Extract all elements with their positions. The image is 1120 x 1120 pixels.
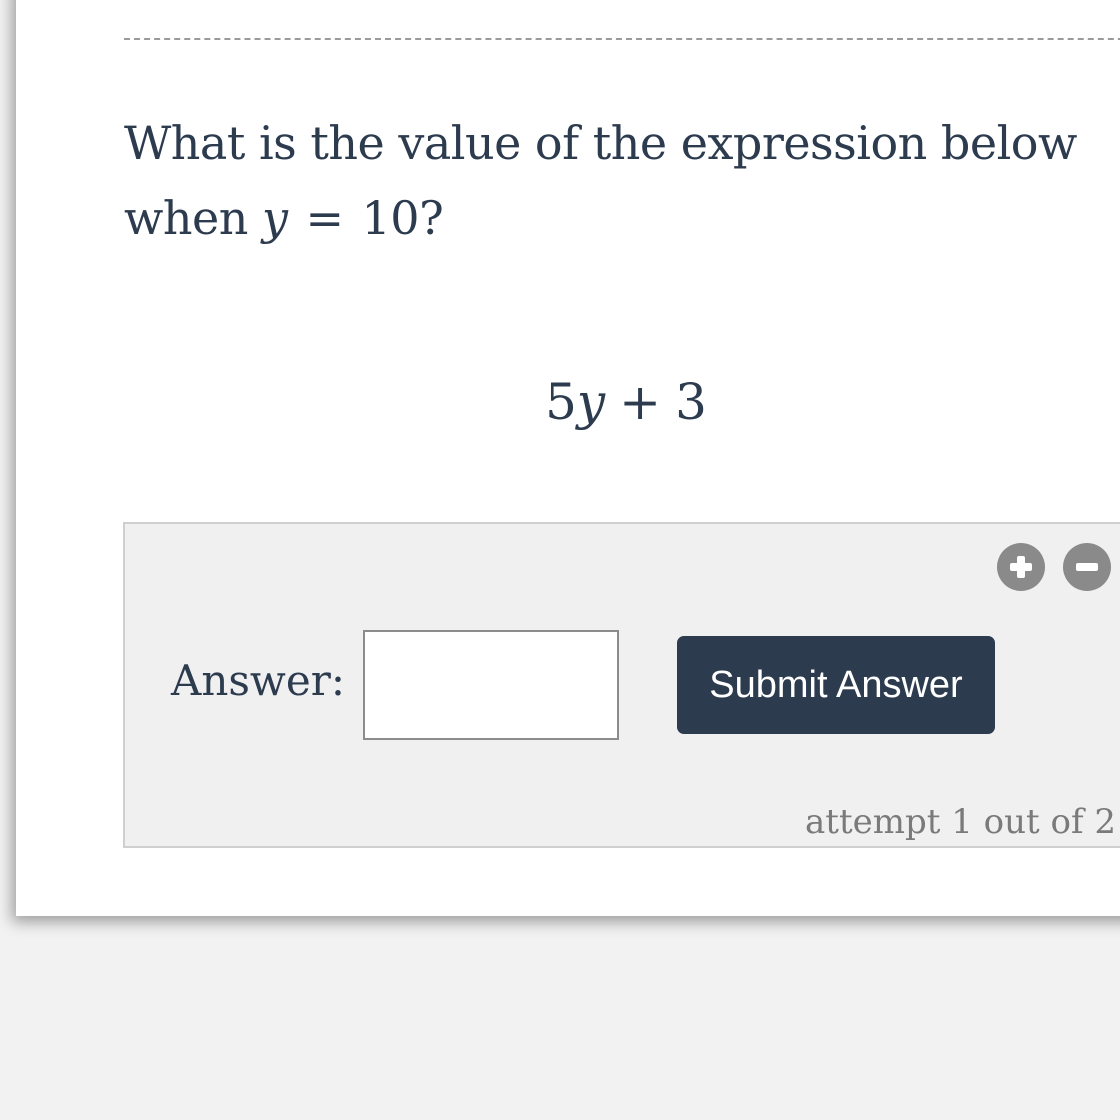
expression-variable: y: [576, 373, 606, 431]
expression-constant: 3: [675, 373, 707, 431]
question-punct: ?: [419, 191, 444, 245]
answer-panel: Answer: Submit Answer attempt 1 out of 2: [123, 522, 1120, 848]
attempt-counter: attempt 1 out of 2: [805, 802, 1116, 842]
answer-label: Answer:: [171, 656, 345, 705]
question-prompt: What is the value of the expression belo…: [124, 106, 1104, 256]
math-expression: 5y +3: [16, 373, 1120, 431]
zoom-out-button[interactable]: [1063, 543, 1111, 591]
question-value: 10: [361, 191, 420, 245]
question-equals: =: [305, 191, 344, 245]
submit-answer-button[interactable]: Submit Answer: [677, 636, 995, 734]
question-card: What is the value of the expression belo…: [16, 0, 1120, 916]
question-variable: y: [261, 191, 288, 245]
expression-coefficient: 5: [545, 373, 577, 431]
expression-operator: +: [619, 373, 662, 431]
dashed-divider: [124, 38, 1120, 40]
answer-input[interactable]: [363, 630, 619, 740]
zoom-in-button[interactable]: [997, 543, 1045, 591]
